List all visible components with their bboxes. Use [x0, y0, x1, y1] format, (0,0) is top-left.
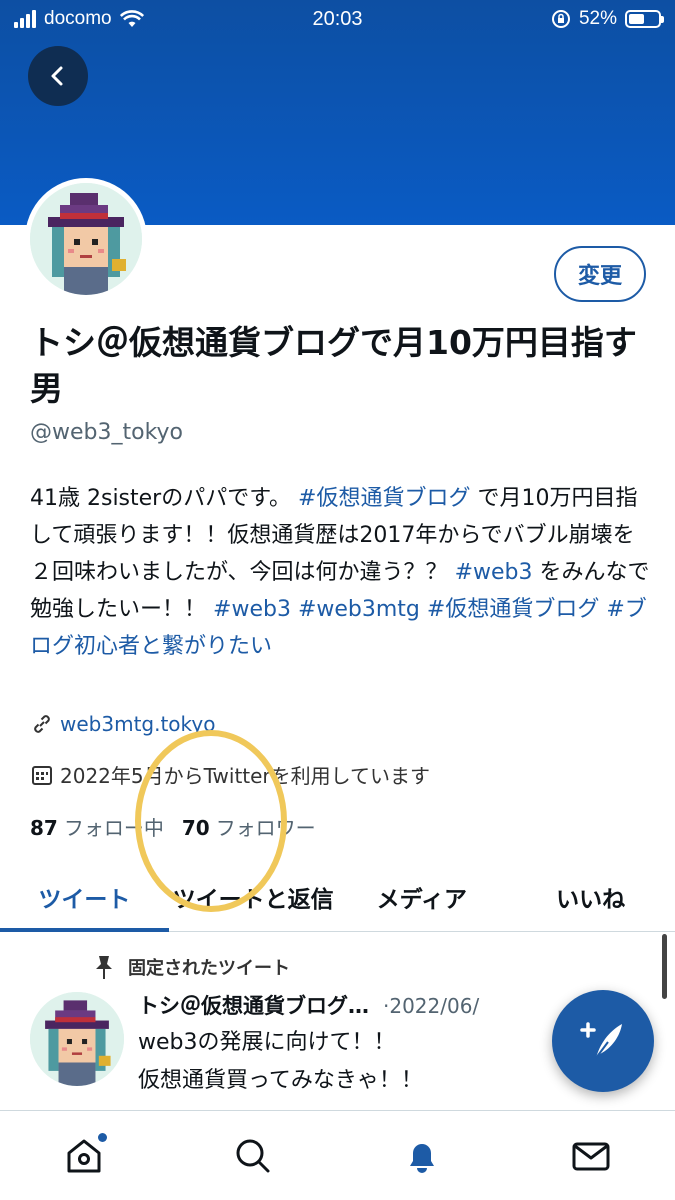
tweet-author[interactable]: トシ＠仮想通貨ブログ…: [138, 990, 369, 1020]
tab-likes[interactable]: いいね: [506, 862, 675, 931]
tweet-body[interactable]: web3の発展に向けて！！ 仮想通貨買ってみなきゃ！！: [138, 1024, 558, 1100]
followers-label: フォロワー: [215, 816, 316, 840]
pinned-label-row: 固定されたツイート: [92, 954, 290, 980]
nav-search[interactable]: [218, 1121, 288, 1191]
tweet-avatar[interactable]: [30, 992, 124, 1086]
joined-row: 2022年5月からTwitterを利用しています: [30, 760, 430, 789]
tweet-line: 仮想通貨買ってみなきゃ！！: [138, 1068, 423, 1093]
home-icon: [67, 1139, 101, 1172]
followers-link[interactable]: 70 フォロワー: [182, 812, 316, 841]
hashtag-link[interactable]: #web3mtg: [298, 597, 420, 622]
hashtag-link[interactable]: #仮想通貨ブログ: [427, 597, 599, 622]
tweet-line: web3の発展に向けて！！: [138, 1030, 396, 1055]
website-link[interactable]: web3mtg.tokyo: [60, 712, 215, 736]
new-content-dot: [98, 1132, 108, 1142]
hashtag-link[interactable]: #web3: [213, 597, 291, 622]
following-label: フォロー中: [63, 816, 164, 840]
following-count: 87: [30, 816, 58, 840]
pixel-art-avatar: [30, 183, 142, 295]
compose-tweet-button[interactable]: [552, 990, 654, 1092]
link-icon: [34, 715, 50, 733]
arrow-left-icon: [51, 66, 63, 86]
battery-icon: [625, 10, 664, 28]
display-name: トシ＠仮想通貨ブログで月10万円目指す男: [30, 323, 637, 408]
search-icon: [236, 1139, 270, 1172]
pin-icon: [96, 956, 112, 979]
joined-date: 2022年5月からTwitterを利用しています: [60, 764, 431, 788]
avatar-image: [30, 183, 142, 295]
website-row[interactable]: web3mtg.tokyo: [30, 712, 215, 736]
orientation-lock-icon: [551, 10, 570, 28]
bio-text: 41歳 2sisterのパパです。: [30, 486, 292, 511]
pinned-label: 固定されたツイート: [128, 958, 290, 979]
tweet-date: ·2022/06/: [383, 994, 480, 1018]
back-button[interactable]: [28, 46, 88, 106]
scrollbar[interactable]: [662, 934, 667, 999]
battery-level: [629, 14, 644, 24]
profile-avatar[interactable]: [25, 178, 147, 300]
tab-media[interactable]: メディア: [338, 862, 507, 931]
nav-messages[interactable]: [556, 1121, 626, 1191]
edit-profile-button[interactable]: 変更: [554, 246, 646, 302]
bottom-navigation: [0, 1110, 675, 1200]
following-link[interactable]: 87 フォロー中: [30, 812, 164, 841]
tab-tweets-and-replies[interactable]: ツイートと返信: [169, 862, 338, 931]
bell-icon: [409, 1143, 434, 1173]
hashtag-link[interactable]: #web3: [455, 560, 533, 585]
profile-tabs: ツイート ツイートと返信 メディア いいね: [0, 862, 675, 932]
follow-stats: 87 フォロー中 70 フォロワー: [30, 812, 316, 841]
profile-bio: 41歳 2sisterのパパです。 #仮想通貨ブログ で月10万円目指して頑張り…: [30, 480, 650, 665]
tab-tweets[interactable]: ツイート: [0, 862, 169, 932]
nav-notifications[interactable]: [387, 1121, 457, 1191]
battery-percent: 52%: [578, 8, 617, 29]
status-bar: docomo 20:03 52%: [0, 0, 675, 40]
followers-count: 70: [181, 816, 210, 840]
mail-icon: [572, 1142, 610, 1170]
calendar-icon: [32, 765, 52, 785]
user-handle: @web3_tokyo: [30, 420, 184, 445]
hashtag-link[interactable]: #仮想通貨ブログ: [298, 486, 470, 511]
compose-feather-icon: [580, 1022, 622, 1059]
status-right: 52%: [551, 8, 664, 30]
nav-home[interactable]: [49, 1121, 119, 1191]
pixel-art-avatar: [30, 992, 124, 1086]
